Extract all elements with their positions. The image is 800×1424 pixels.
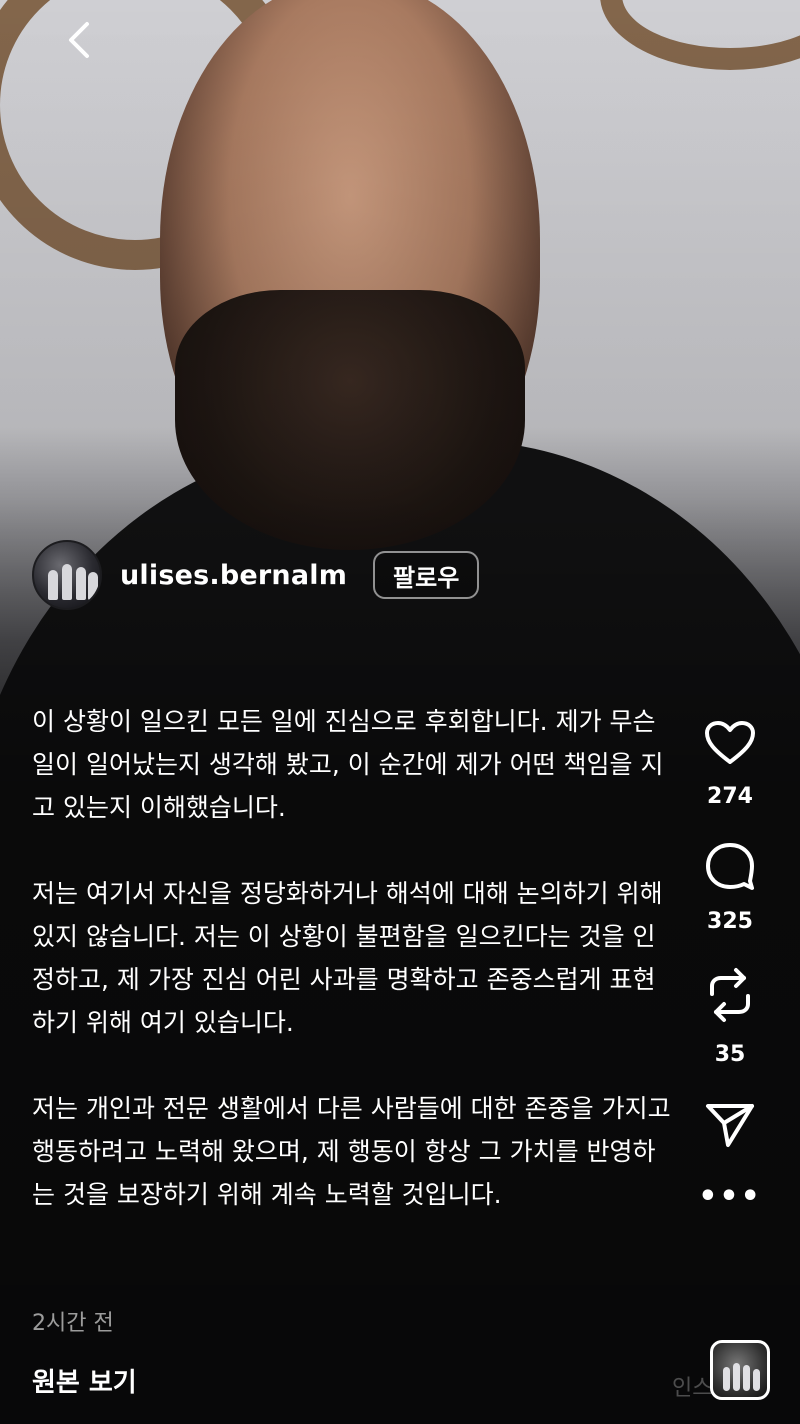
avatar-figure — [88, 572, 98, 600]
follow-button[interactable]: 팔로우 — [373, 551, 480, 599]
username[interactable]: ulises.bernalm — [120, 560, 347, 591]
avatar-figure — [62, 564, 72, 600]
thumb-figure — [723, 1367, 730, 1391]
caption-paragraph: 이 상황이 일으킨 모든 일에 진심으로 후회합니다. 제가 무슨 일이 일어났… — [32, 707, 664, 822]
faded-subtitle — [36, 614, 386, 634]
repost-action[interactable]: 35 — [704, 966, 756, 1067]
avatar-figure — [76, 567, 86, 600]
avatar[interactable] — [32, 540, 102, 610]
avatar-figure — [48, 570, 58, 600]
comment-icon[interactable] — [704, 841, 756, 891]
thumb-figure — [753, 1369, 760, 1391]
repost-icon[interactable] — [704, 966, 756, 1024]
comment-action[interactable]: 325 — [704, 841, 756, 934]
heart-icon[interactable] — [704, 720, 756, 766]
author-row: ulises.bernalm 팔로우 — [32, 540, 480, 610]
view-original-link[interactable]: 원본 보기 — [32, 1362, 137, 1399]
caption-paragraph: 저는 개인과 전문 생활에서 다른 사람들에 대한 존중을 가지고 행동하려고 … — [32, 1094, 671, 1209]
like-count: 274 — [707, 784, 753, 809]
send-icon[interactable] — [704, 1101, 756, 1149]
caption-paragraph: 저는 여기서 자신을 정당화하거나 해석에 대해 논의하기 위해 있지 않습니다… — [32, 879, 663, 1037]
repost-count: 35 — [714, 1042, 746, 1067]
more-action[interactable]: ••• — [698, 1182, 762, 1212]
send-action[interactable] — [704, 1101, 756, 1149]
thumb-figure — [733, 1363, 740, 1391]
chevron-left-icon — [69, 22, 89, 58]
more-icon[interactable]: ••• — [698, 1182, 762, 1212]
thumb-figure — [743, 1365, 750, 1391]
post-timestamp: 2시간 전 — [32, 1311, 114, 1336]
action-bar: 274 325 35 ••• — [690, 720, 770, 1212]
comment-count: 325 — [707, 909, 753, 934]
back-button[interactable] — [56, 18, 100, 62]
like-action[interactable]: 274 — [704, 720, 756, 809]
post-caption[interactable]: 이 상황이 일으킨 모든 일에 진심으로 후회합니다. 제가 무슨 일이 일어났… — [32, 700, 672, 1216]
audio-thumbnail[interactable] — [710, 1340, 770, 1400]
